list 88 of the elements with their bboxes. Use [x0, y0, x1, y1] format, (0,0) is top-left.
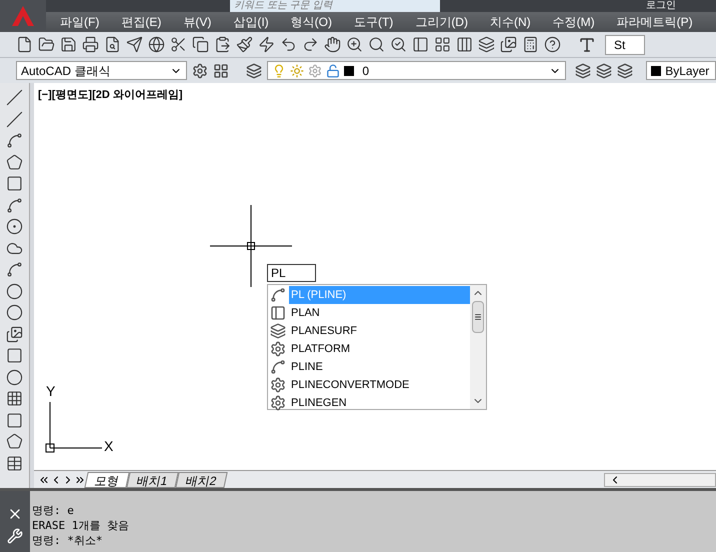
menu-item[interactable]: 수정(M): [552, 13, 595, 31]
line-icon[interactable]: [6, 89, 23, 106]
command-input-field[interactable]: PL: [267, 264, 316, 282]
polyline-icon: [270, 359, 286, 375]
lightning-icon[interactable]: [258, 36, 275, 53]
search-icon[interactable]: [368, 36, 385, 53]
save-icon[interactable]: [60, 36, 77, 53]
columns-icon[interactable]: [456, 36, 473, 53]
command-history-line: 명령: e: [32, 503, 75, 518]
calculator-icon[interactable]: [522, 36, 539, 53]
gear-icon: [270, 341, 286, 357]
suggestion-item[interactable]: PLINE: [268, 358, 470, 376]
rectangle-icon[interactable]: [6, 175, 23, 192]
undo-icon[interactable]: [280, 36, 297, 53]
grip-icon: [474, 313, 482, 321]
layout-tab[interactable]: 배치1: [126, 472, 178, 488]
plan-icon: [270, 305, 286, 321]
printer-icon[interactable]: [82, 36, 99, 53]
layout-tab[interactable]: 모형: [84, 472, 130, 488]
suggestion-item[interactable]: PLINECONVERTMODE: [268, 376, 470, 394]
color-swatch-icon: [344, 66, 354, 76]
suggestion-item[interactable]: PLAN: [268, 304, 470, 322]
letter-a-logo-icon: [10, 4, 36, 26]
paste-icon[interactable]: [214, 36, 231, 53]
color-dropdown[interactable]: ByLayer: [646, 61, 716, 80]
spline-icon[interactable]: [6, 261, 23, 278]
menu-item[interactable]: 파일(F): [60, 13, 100, 31]
workspace-settings-icon[interactable]: [192, 62, 208, 78]
pan-hand-icon[interactable]: [324, 36, 341, 53]
viewport-label[interactable]: [−][평면도][2D 와이어프레임]: [38, 87, 183, 104]
drawing-canvas[interactable]: [−][평면도][2D 와이어프레임] PL PL (PLINE) PLAN PLANESURF PLATFORM PLINE PLINECONVERTMODE PLINEGEN Y X: [34, 83, 716, 470]
unlocked-padlock-icon: [326, 64, 340, 78]
grid-icon[interactable]: [434, 36, 451, 53]
gear-icon: [270, 377, 286, 393]
table-icon[interactable]: [6, 454, 23, 472]
y-axis-label: Y: [46, 384, 56, 398]
scrollbar[interactable]: [470, 285, 486, 409]
text-style-dropdown[interactable]: St: [605, 34, 645, 54]
scroll-thumb[interactable]: [472, 301, 484, 333]
new-file-icon[interactable]: [16, 36, 33, 53]
wrench-icon[interactable]: [7, 528, 23, 544]
polyline-icon: [270, 287, 286, 303]
polyline-icon[interactable]: [6, 132, 23, 149]
layer-dropdown[interactable]: 0: [267, 61, 566, 80]
circle-icon[interactable]: [6, 218, 23, 235]
search-field[interactable]: 키워드 또는 구문 입력: [230, 0, 440, 12]
sign-in-link[interactable]: 로그인: [646, 0, 676, 12]
layer-properties-icon[interactable]: [246, 62, 262, 78]
workspace-dropdown[interactable]: AutoCAD 클래식: [16, 61, 188, 80]
polygon-icon[interactable]: [6, 154, 23, 170]
suggestion-item[interactable]: PLANESURF: [268, 322, 470, 340]
surface-icon: [270, 323, 286, 339]
zoom-icon[interactable]: [346, 36, 363, 53]
horizontal-scrollbar[interactable]: [604, 472, 716, 486]
cut-icon[interactable]: [170, 36, 187, 53]
menu-item[interactable]: 치수(N): [490, 13, 531, 31]
paintbrush-icon[interactable]: [236, 36, 253, 53]
menu-item[interactable]: 도구(T): [354, 13, 394, 31]
layers-icon[interactable]: [478, 36, 495, 53]
sun-icon: [290, 64, 304, 78]
open-folder-icon[interactable]: [38, 36, 55, 53]
ellipse-icon[interactable]: [6, 282, 23, 300]
color-swatch-icon: [651, 66, 662, 76]
help-icon[interactable]: [544, 36, 561, 53]
menu-item[interactable]: 파라메트릭(P): [616, 13, 693, 31]
suggestion-item[interactable]: PLATFORM: [268, 340, 470, 358]
crosshair-cursor-icon: [210, 205, 292, 287]
text-style-icon[interactable]: [578, 36, 596, 54]
menu-item[interactable]: 그리기(D): [415, 13, 468, 31]
panel-icon[interactable]: [412, 36, 429, 53]
suggestion-item[interactable]: PLINEGEN: [268, 394, 470, 412]
x-axis-label: X: [104, 439, 114, 453]
menu-item[interactable]: 편집(E): [121, 13, 162, 31]
menu-item[interactable]: 뷰(V): [183, 13, 212, 31]
copy-icon[interactable]: [192, 36, 209, 53]
globe-icon[interactable]: [148, 36, 165, 53]
command-history-line: 명령: *취소*: [32, 533, 104, 548]
command-history-line: ERASE 1개를 찾음: [32, 518, 130, 533]
layout-tab[interactable]: 배치2: [174, 472, 228, 488]
send-icon[interactable]: [126, 36, 143, 53]
menu-item[interactable]: 형식(O): [290, 13, 332, 31]
gear-icon: [308, 64, 322, 78]
redo-icon[interactable]: [302, 36, 319, 53]
menu-item[interactable]: 삽입(I): [233, 13, 269, 31]
gear-icon: [270, 395, 286, 411]
arc-icon[interactable]: [6, 196, 23, 214]
document-search-icon[interactable]: [104, 36, 121, 53]
hatch-icon[interactable]: [6, 390, 23, 407]
